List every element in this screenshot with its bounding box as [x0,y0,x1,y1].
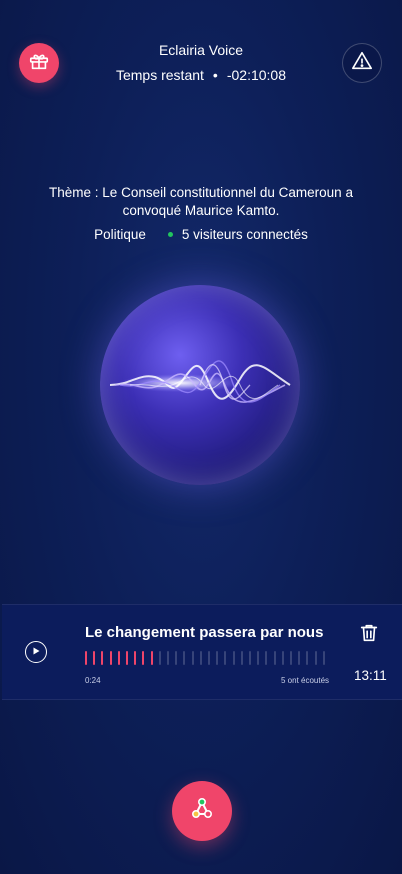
waveform-bar [240,651,243,665]
waveform-bar [175,651,178,665]
waveform-bar [216,651,219,665]
waveform-bar [191,651,194,665]
share-network-icon [187,794,217,829]
waveform-bar-played [93,651,96,665]
playback-position: 0:24 [85,676,101,685]
category-label: Politique [94,227,146,242]
voice-orb[interactable] [100,285,300,485]
waveform-bar [224,651,227,665]
waveform-bar [306,651,309,665]
timer-label: Temps restant [115,67,204,83]
waveform-bar [322,651,325,665]
waveform-bar [290,651,292,665]
waveform-bar-played [117,651,120,665]
waveform-bar [158,651,161,665]
report-button[interactable] [342,43,382,83]
track-title: Le changement passera par nous [85,624,324,641]
waveform-bar-played [150,651,153,665]
waveform-bar [208,651,210,665]
share-network-button[interactable] [172,781,232,841]
online-indicator [167,231,173,237]
waveform-bar [314,651,317,665]
play-button[interactable] [25,641,47,663]
waveform-bar-played [142,651,145,665]
waveform-bar-played [85,651,87,665]
listen-count: 5 ont écoutés [281,676,330,685]
waveform-bar [183,651,186,665]
app-title: Eclairia Voice [158,42,244,58]
audio-progress-waveform[interactable] [85,651,330,667]
visitors-count: 5 visiteurs connectés [181,227,308,242]
waveform-bar-played [126,651,128,665]
waveform-bar [199,651,202,665]
remaining-time: Temps restant • -02:10:08 [0,67,402,83]
delete-button[interactable] [358,622,380,649]
waveform-bar [167,651,169,665]
theme-text: Thème : Le Conseil constitutionnel du Ca… [49,185,353,218]
waveform-bar [232,651,235,665]
timer-separator: • [212,67,218,83]
timer-value: -02:10:08 [226,67,286,83]
waveform-bar [281,651,284,665]
waveform-bar [265,651,268,665]
room-meta: Politique 5 visiteurs connectés [0,227,402,242]
waveform-bar [298,651,301,665]
waveform-bar [273,651,276,665]
trash-icon [358,624,380,648]
waveform-bar [257,651,260,665]
waveform-bar-played [109,651,112,665]
waveform-bar-played [134,651,137,665]
track-duration: 13:11 [354,668,387,683]
alert-triangle-icon [351,50,373,77]
voice-wave-graphic [109,360,291,403]
waveform-bar-played [101,651,104,665]
waveform-bar [249,651,251,665]
play-icon [31,643,41,661]
